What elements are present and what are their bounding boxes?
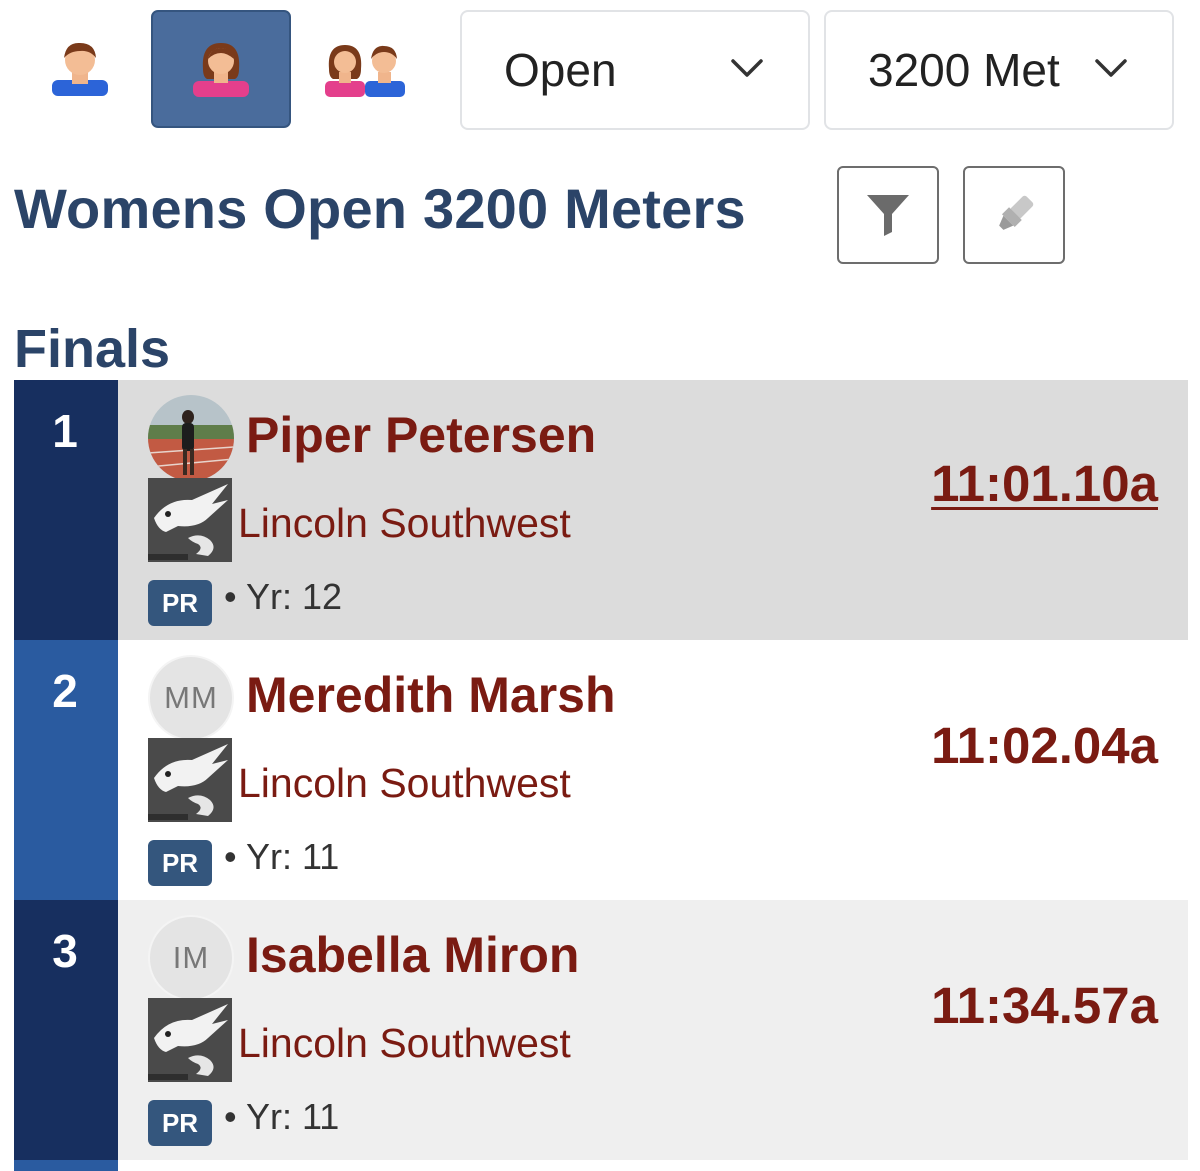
team-logo[interactable] (148, 998, 232, 1082)
filter-button[interactable] (837, 166, 939, 264)
event-select-value: 3200 Meters (868, 44, 1060, 96)
place-number: 3 (14, 900, 118, 1160)
filter-icon (867, 195, 909, 236)
athlete-year: • Yr: 11 (224, 1096, 340, 1137)
athlete-year: • Yr: 12 (224, 576, 343, 617)
athlete-photo-image (148, 395, 234, 481)
male-athlete-icon (52, 42, 108, 96)
chevron-down-icon (1095, 59, 1127, 77)
result-row[interactable]: 3 IM Isabella Miron Lincoln Southwest PR… (14, 900, 1188, 1160)
pr-badge: PR (148, 840, 212, 886)
pr-badge: PR (148, 580, 212, 626)
falcon-logo-icon (148, 738, 232, 822)
place-number: 1 (14, 380, 118, 640)
chevron-down-icon (731, 59, 763, 77)
team-name[interactable]: Lincoln Southwest (238, 500, 571, 547)
athlete-initials-avatar[interactable]: IM (148, 915, 234, 1001)
place-number: 2 (14, 640, 118, 900)
team-name[interactable]: Lincoln Southwest (238, 1020, 571, 1067)
athlete-photo[interactable] (148, 395, 234, 481)
page-title: Womens Open 3200 Meters (14, 177, 746, 240)
result-row[interactable]: 1 Piper Petersen Lincoln Southwest PR • … (14, 380, 1188, 640)
result-body-partial (118, 1160, 1188, 1170)
athlete-name[interactable]: Piper Petersen (246, 406, 596, 464)
gender-both-button[interactable] (295, 10, 435, 128)
pr-badge: PR (148, 1100, 212, 1146)
division-select-value: Open (504, 44, 617, 96)
female-athlete-icon (193, 43, 249, 97)
highlighter-icon (999, 195, 1034, 230)
team-logo[interactable] (148, 478, 232, 562)
athlete-name[interactable]: Meredith Marsh (246, 666, 616, 724)
result-mark[interactable]: 11:34.57a (931, 976, 1158, 1035)
mixed-athletes-icon (325, 45, 405, 97)
falcon-logo-icon (148, 478, 232, 562)
event-select[interactable]: 3200 Meters (824, 10, 1174, 130)
result-mark[interactable]: 11:02.04a (931, 716, 1158, 775)
division-select[interactable]: Open (460, 10, 810, 130)
place-column-partial (14, 1160, 118, 1171)
section-title-finals: Finals (14, 319, 171, 379)
team-name[interactable]: Lincoln Southwest (238, 760, 571, 807)
result-body: MM Meredith Marsh Lincoln Southwest PR •… (118, 640, 1188, 900)
result-body: IM Isabella Miron Lincoln Southwest PR •… (118, 900, 1188, 1160)
falcon-logo-icon (148, 998, 232, 1082)
results-list: 1 Piper Petersen Lincoln Southwest PR • … (14, 380, 1188, 1171)
athlete-initials-avatar[interactable]: MM (148, 655, 234, 741)
gender-male-button[interactable] (10, 10, 150, 128)
result-row-partial (14, 1160, 1188, 1171)
result-row[interactable]: 2 MM Meredith Marsh Lincoln Southwest PR… (14, 640, 1188, 900)
gender-female-button[interactable] (151, 10, 291, 128)
result-mark[interactable]: 11:01.10a (931, 454, 1158, 513)
athlete-name[interactable]: Isabella Miron (246, 926, 579, 984)
athlete-year: • Yr: 11 (224, 836, 340, 877)
highlight-button[interactable] (963, 166, 1065, 264)
result-body: Piper Petersen Lincoln Southwest PR • Yr… (118, 380, 1188, 640)
team-logo[interactable] (148, 738, 232, 822)
